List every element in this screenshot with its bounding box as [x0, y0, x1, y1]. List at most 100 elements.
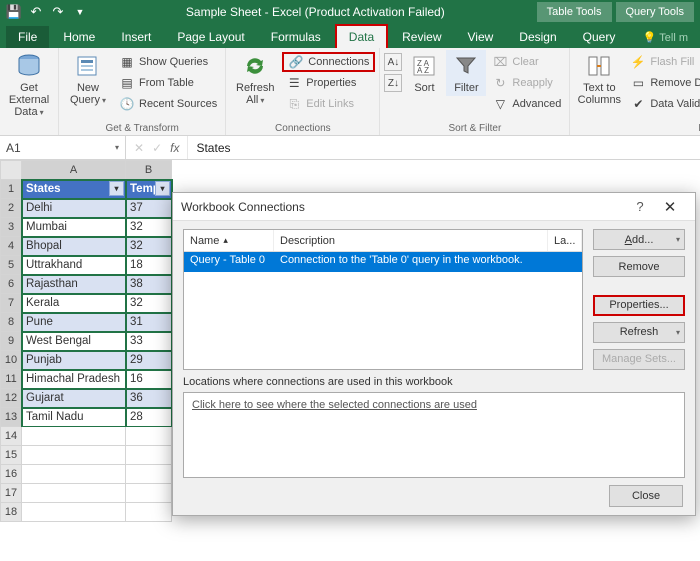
table-cell[interactable]: 32: [126, 294, 172, 313]
get-external-data-button[interactable]: Get ExternalData▾: [4, 50, 54, 121]
tell-me[interactable]: 💡Tell m: [637, 27, 694, 48]
row-header[interactable]: 5: [0, 256, 22, 275]
table-cell[interactable]: Rajasthan: [22, 275, 126, 294]
table-cell[interactable]: West Bengal: [22, 332, 126, 351]
table-cell[interactable]: 16: [126, 370, 172, 389]
add-button[interactable]: Add...▾: [593, 229, 685, 250]
row-header[interactable]: 3: [0, 218, 22, 237]
table-cell[interactable]: Mumbai: [22, 218, 126, 237]
tab-design[interactable]: Design: [507, 26, 568, 48]
table-cell[interactable]: 33: [126, 332, 172, 351]
dialog-close-button[interactable]: ✕: [653, 198, 687, 216]
select-all-corner[interactable]: [0, 160, 22, 180]
connections-button[interactable]: 🔗Connections: [282, 52, 375, 72]
row-header[interactable]: 15: [0, 446, 22, 465]
row-header[interactable]: 17: [0, 484, 22, 503]
from-table-button[interactable]: ▤From Table: [115, 73, 221, 93]
recent-sources-button[interactable]: 🕓Recent Sources: [115, 94, 221, 114]
row-header[interactable]: 7: [0, 294, 22, 313]
col-header-last[interactable]: La...: [548, 230, 582, 251]
refresh-all-button[interactable]: RefreshAll▾: [230, 50, 280, 109]
tab-formulas[interactable]: Formulas: [259, 26, 333, 48]
refresh-dialog-button[interactable]: Refresh▾: [593, 322, 685, 343]
show-queries-button[interactable]: ▦Show Queries: [115, 52, 221, 72]
tab-data[interactable]: Data: [335, 24, 388, 48]
row-header[interactable]: 8: [0, 313, 22, 332]
connections-list[interactable]: Name▴ Description La... Query - Table 0 …: [183, 229, 583, 370]
tab-home[interactable]: Home: [51, 26, 107, 48]
table-cell[interactable]: 32: [126, 237, 172, 256]
table-cell[interactable]: [126, 446, 172, 465]
table-cell[interactable]: [126, 503, 172, 522]
table-cell[interactable]: 32: [126, 218, 172, 237]
table-cell[interactable]: [22, 427, 126, 446]
column-header-b[interactable]: B: [126, 160, 172, 180]
locations-hint[interactable]: Click here to see where the selected con…: [192, 399, 477, 411]
tab-review[interactable]: Review: [390, 26, 453, 48]
col-header-name[interactable]: Name▴: [184, 230, 274, 251]
tab-file[interactable]: File: [6, 26, 49, 48]
table-cell[interactable]: Himachal Pradesh: [22, 370, 126, 389]
table-cell[interactable]: Bhopal: [22, 237, 126, 256]
table-cell[interactable]: Kerala: [22, 294, 126, 313]
sort-desc-button[interactable]: Z↓: [384, 73, 402, 93]
row-header[interactable]: 14: [0, 427, 22, 446]
tab-query[interactable]: Query: [571, 26, 628, 48]
remove-duplicates-button[interactable]: ▭Remove Dupl: [626, 73, 700, 93]
text-to-columns-button[interactable]: Text toColumns: [574, 50, 624, 108]
table-cell[interactable]: 36: [126, 389, 172, 408]
row-header[interactable]: 4: [0, 237, 22, 256]
sort-button[interactable]: Z AA Z Sort: [404, 50, 444, 96]
formula-input[interactable]: States: [187, 136, 700, 159]
reapply-button[interactable]: ↻Reapply: [488, 73, 565, 93]
filter-dropdown-icon[interactable]: ▾: [109, 181, 124, 196]
table-cell[interactable]: Pune: [22, 313, 126, 332]
enter-icon[interactable]: ✓: [152, 141, 162, 155]
row-header[interactable]: 11: [0, 370, 22, 389]
connection-row[interactable]: Query - Table 0 Connection to the 'Table…: [184, 252, 582, 272]
tab-view[interactable]: View: [456, 26, 506, 48]
flash-fill-button[interactable]: ⚡Flash Fill: [626, 52, 700, 72]
tab-pagelayout[interactable]: Page Layout: [165, 26, 256, 48]
fx-icon[interactable]: fx: [170, 141, 179, 155]
table-cell[interactable]: [22, 503, 126, 522]
table-cell[interactable]: [22, 446, 126, 465]
tab-insert[interactable]: Insert: [109, 26, 163, 48]
advanced-button[interactable]: ▽Advanced: [488, 94, 565, 114]
cancel-icon[interactable]: ✕: [134, 141, 144, 155]
table-header-cell[interactable]: States▾: [22, 180, 126, 199]
name-box[interactable]: A1▾: [0, 136, 126, 159]
redo-icon[interactable]: ↷: [50, 4, 66, 20]
locations-box[interactable]: Click here to see where the selected con…: [183, 392, 685, 478]
new-query-button[interactable]: NewQuery▾: [63, 50, 113, 109]
col-header-description[interactable]: Description: [274, 230, 548, 251]
row-header[interactable]: 18: [0, 503, 22, 522]
dialog-title-bar[interactable]: Workbook Connections ? ✕: [173, 193, 695, 221]
close-button[interactable]: Close: [609, 485, 683, 507]
sort-asc-button[interactable]: A↓: [384, 52, 402, 72]
properties-button[interactable]: ☰Properties: [282, 73, 375, 93]
column-header-a[interactable]: A: [22, 160, 126, 180]
table-cell[interactable]: 18: [126, 256, 172, 275]
table-cell[interactable]: Uttrakhand: [22, 256, 126, 275]
table-header-cell[interactable]: Temp▾: [126, 180, 172, 199]
filter-dropdown-icon[interactable]: ▾: [155, 181, 170, 196]
row-header[interactable]: 12: [0, 389, 22, 408]
table-cell[interactable]: 37: [126, 199, 172, 218]
table-cell[interactable]: Tamil Nadu: [22, 408, 126, 427]
row-header[interactable]: 13: [0, 408, 22, 427]
remove-button[interactable]: Remove: [593, 256, 685, 277]
table-cell[interactable]: 28: [126, 408, 172, 427]
filter-button[interactable]: Filter: [446, 50, 486, 96]
table-cell[interactable]: Punjab: [22, 351, 126, 370]
table-cell[interactable]: 38: [126, 275, 172, 294]
table-cell[interactable]: Delhi: [22, 199, 126, 218]
save-icon[interactable]: 💾: [6, 4, 22, 20]
qat-customize-icon[interactable]: ▼: [72, 4, 88, 20]
row-header[interactable]: 16: [0, 465, 22, 484]
edit-links-button[interactable]: ⎘Edit Links: [282, 94, 375, 114]
row-header[interactable]: 2: [0, 199, 22, 218]
table-cell[interactable]: [126, 484, 172, 503]
table-cell[interactable]: 31: [126, 313, 172, 332]
table-cell[interactable]: 29: [126, 351, 172, 370]
